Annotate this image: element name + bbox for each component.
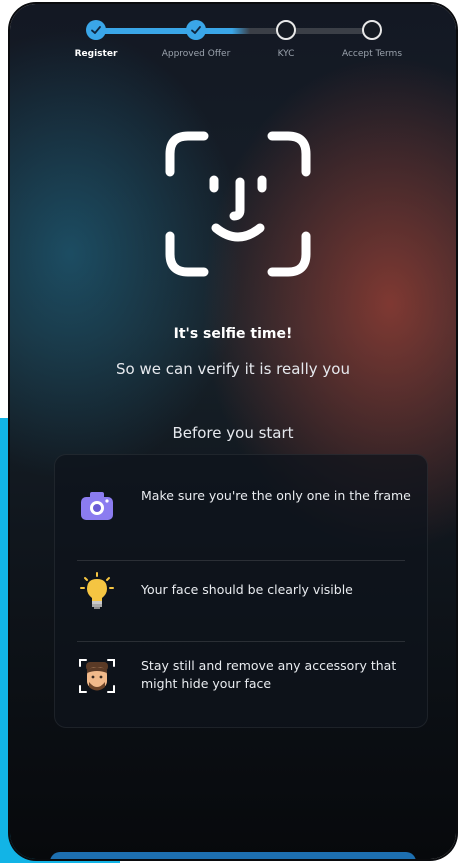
- check-icon: [91, 26, 101, 34]
- step-dot-approved-offer: [186, 20, 206, 40]
- progress-stepper: Register Approved Offer KYC Accept Terms: [10, 4, 456, 74]
- lightbulb-icon: [80, 572, 114, 609]
- tip-text: Stay still and remove any accessory that…: [141, 658, 397, 691]
- tip-item: Stay still and remove any accessory that…: [55, 651, 427, 701]
- tips-heading: Before you start: [172, 424, 294, 442]
- tip-text: Your face should be clearly visible: [141, 582, 353, 597]
- step-label-register: Register: [74, 49, 118, 59]
- check-icon: [191, 26, 201, 34]
- step-label-accept-terms: Accept Terms: [341, 49, 403, 59]
- step-connector-2: [196, 28, 286, 34]
- tips-card: Make sure you're the only one in the fra…: [54, 454, 428, 728]
- step-label-kyc: KYC: [277, 49, 295, 59]
- step-dot-accept-terms: [362, 20, 382, 40]
- step-connector-3: [286, 28, 372, 34]
- face-frame-icon: [79, 659, 115, 693]
- step-dot-register: [86, 20, 106, 40]
- tip-text: Make sure you're the only one in the fra…: [141, 488, 411, 503]
- tip-item: Make sure you're the only one in the fra…: [55, 481, 427, 531]
- step-connector-1: [96, 28, 196, 34]
- divider: [77, 560, 405, 561]
- step-label-approved-offer: Approved Offer: [161, 49, 231, 59]
- tip-item: Your face should be clearly visible: [55, 569, 427, 613]
- bottom-action-bar[interactable]: [50, 852, 416, 859]
- step-dot-kyc: [276, 20, 296, 40]
- divider: [77, 641, 405, 642]
- face-scan-icon: [165, 131, 311, 277]
- camera-icon: [81, 492, 113, 520]
- phone-screen: Register Approved Offer KYC Accept Terms…: [10, 4, 456, 859]
- page-title: It's selfie time!: [173, 326, 293, 342]
- page-subtitle: So we can verify it is really you: [116, 360, 350, 378]
